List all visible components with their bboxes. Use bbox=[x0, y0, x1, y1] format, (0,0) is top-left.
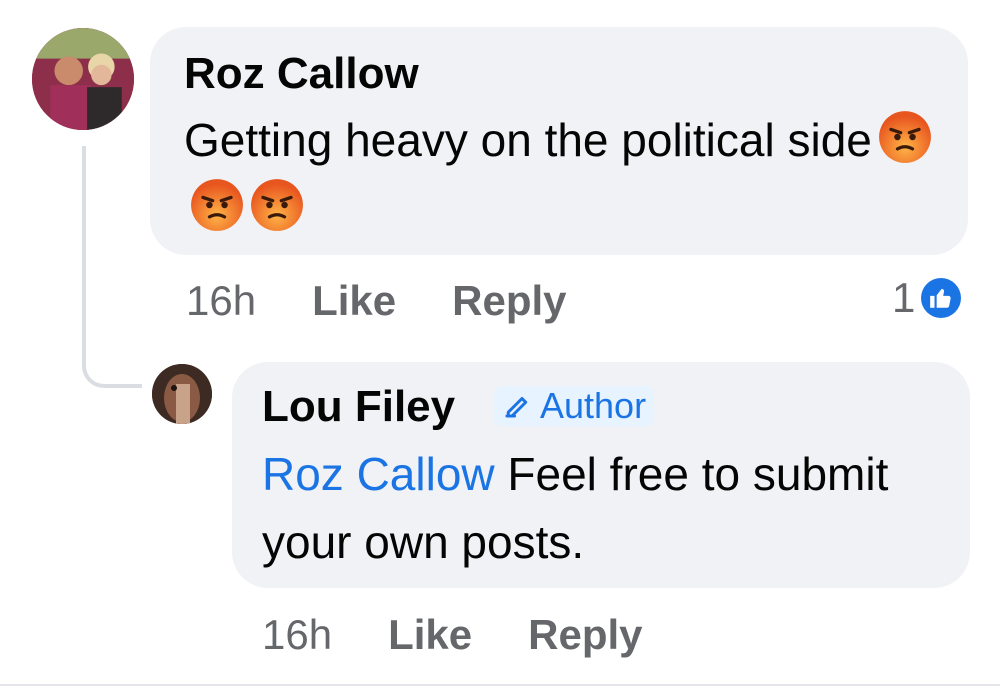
angry-emoji-icon bbox=[250, 178, 304, 232]
comment-timestamp[interactable]: 16h bbox=[186, 280, 256, 322]
avatar[interactable] bbox=[32, 28, 134, 130]
reply-actions: 16h Like Reply bbox=[262, 614, 699, 656]
author-badge-label: Author bbox=[540, 385, 647, 426]
reply-author[interactable]: Lou Filey bbox=[262, 385, 455, 429]
thread-line bbox=[82, 146, 86, 362]
like-button[interactable]: Like bbox=[388, 614, 472, 656]
reply-text: Roz Callow Feel free to submit your own … bbox=[262, 440, 942, 576]
comment-text-body: Getting heavy on the political side bbox=[184, 114, 872, 166]
angry-emoji-icon bbox=[190, 178, 244, 232]
thumbs-up-icon bbox=[921, 278, 962, 318]
reaction-summary[interactable]: 1 bbox=[892, 274, 962, 322]
author-badge: Author bbox=[494, 385, 655, 426]
divider bbox=[0, 684, 1000, 686]
like-button[interactable]: Like bbox=[312, 280, 396, 322]
angry-emoji-icon bbox=[878, 110, 932, 164]
thread-connector bbox=[82, 348, 142, 388]
reply-timestamp[interactable]: 16h bbox=[262, 614, 332, 656]
reaction-count: 1 bbox=[892, 274, 916, 321]
comment-author[interactable]: Roz Callow bbox=[184, 52, 419, 96]
comment-actions: 16h Like Reply bbox=[186, 280, 623, 322]
pencil-icon bbox=[505, 397, 528, 418]
mention-link[interactable]: Roz Callow bbox=[262, 448, 495, 500]
comment-text: Getting heavy on the political side bbox=[184, 106, 944, 242]
avatar[interactable] bbox=[152, 364, 212, 424]
reply-button[interactable]: Reply bbox=[528, 614, 642, 656]
reply-button[interactable]: Reply bbox=[452, 280, 566, 322]
